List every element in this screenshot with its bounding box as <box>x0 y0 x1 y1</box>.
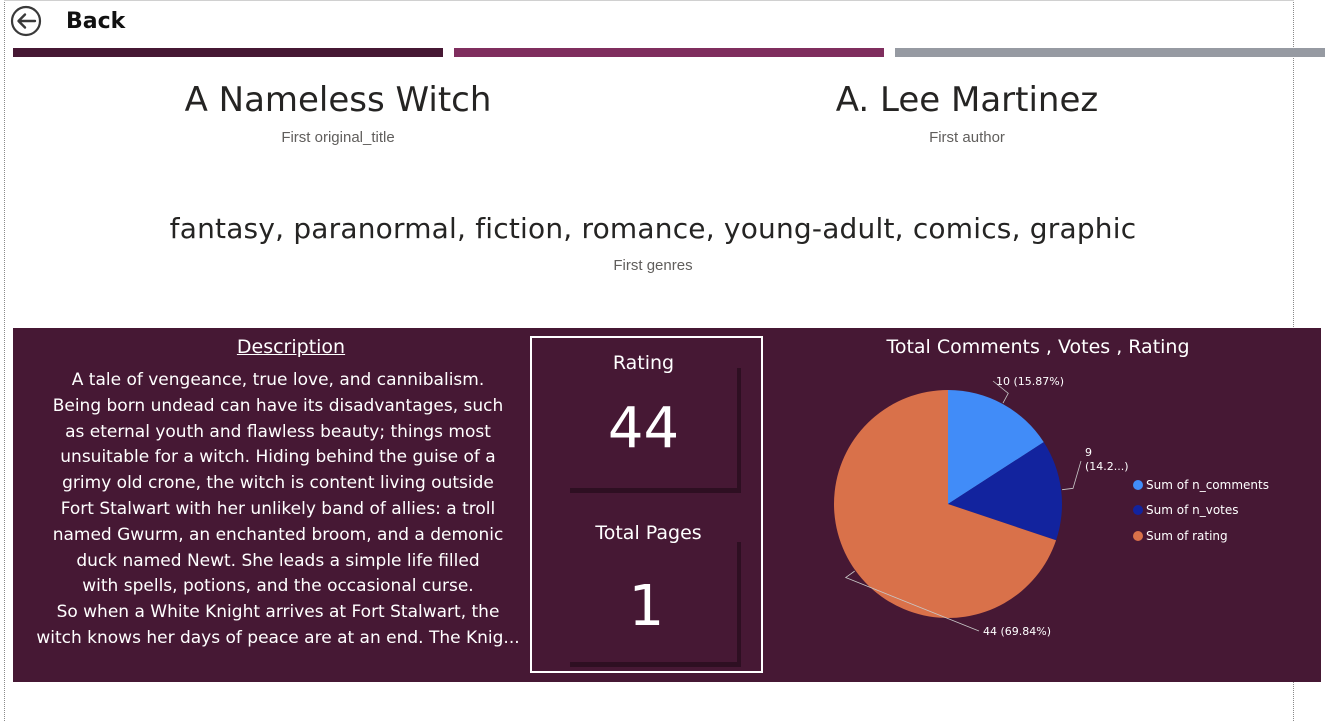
pie-chart[interactable]: 10 (15.87%) 9 (14.2...) 44 (69.84%) <box>13 328 1321 682</box>
author-value: A. Lee Martinez <box>835 80 1099 120</box>
header-bar-gray <box>895 48 1325 57</box>
slice-data-label: 9 (14.2...) <box>1085 446 1129 473</box>
legend-dot <box>1133 530 1143 541</box>
slice-data-label: 44 (69.84%) <box>983 625 1051 638</box>
slice-data-label: 10 (15.87%) <box>996 375 1064 388</box>
legend-label: Sum of rating <box>1146 528 1228 543</box>
back-arrow-icon <box>10 5 42 37</box>
legend-label: Sum of n_comments <box>1146 477 1269 492</box>
header-bar-dark <box>13 48 443 57</box>
legend-dot <box>1133 505 1143 516</box>
back-label: Back <box>66 8 126 34</box>
legend-label: Sum of n_votes <box>1146 503 1239 518</box>
legend-item[interactable]: Sum of n_comments <box>1133 472 1269 498</box>
canvas-top-border <box>4 0 1294 1</box>
legend-item[interactable]: Sum of rating <box>1133 523 1269 549</box>
back-button[interactable]: Back <box>10 4 125 38</box>
legend-dot <box>1133 479 1143 490</box>
legend-item[interactable]: Sum of n_votes <box>1133 498 1269 524</box>
author-label: First author <box>929 129 1005 146</box>
leader-line <box>1062 460 1082 491</box>
detail-panel: Description A tale of vengeance, true lo… <box>13 328 1321 682</box>
genres-label: First genres <box>613 257 693 274</box>
genres-value: fantasy, paranormal, fiction, romance, y… <box>169 212 1137 245</box>
canvas-left-border <box>4 0 5 721</box>
original-title-label: First original_title <box>281 129 395 146</box>
original-title-value: A Nameless Witch <box>184 80 492 120</box>
header-bar-mid <box>454 48 884 57</box>
chart-legend: Sum of n_comments Sum of n_votes Sum of … <box>1133 472 1269 549</box>
